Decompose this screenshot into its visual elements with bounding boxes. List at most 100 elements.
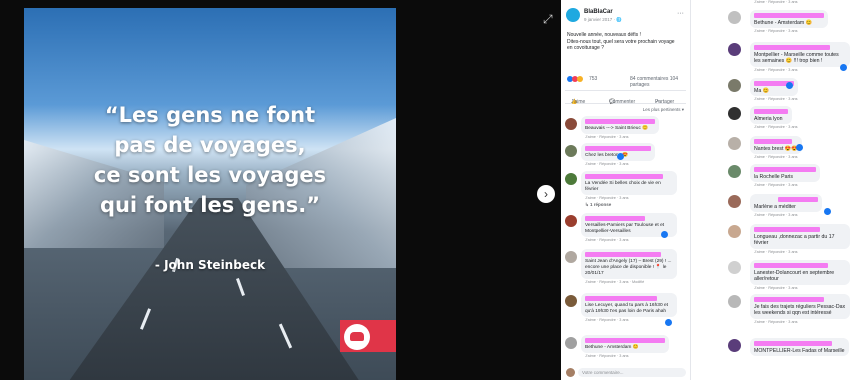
avatar[interactable] [728,295,741,308]
comment-meta[interactable]: J'aime · Répondre · 3 ans [754,155,857,161]
redacted-name [585,173,663,179]
redacted-name [754,13,824,18]
comment-sort-dropdown[interactable]: Les plus pertinents ▾ [561,104,690,116]
post-actions: 👍 J'aime 💬 Commenter ↗ Partager [565,89,686,105]
comment-text: Longueau ,donnezac a partir du 17 févrie… [754,234,835,247]
expand-icon[interactable]: ⤢ [543,12,553,27]
comment: Longueau ,donnezac a partir du 17 févrie… [692,224,861,260]
comment-text: Lanester-Dolancourt en septembre aller/r… [754,270,835,283]
comment-text: Montpellier - Marseille comme toutes les… [754,52,839,65]
comment-meta[interactable]: J'aime · Répondre · 3 ans [754,0,857,6]
comment: J'aime · Répondre · 3 ans [692,0,861,10]
comment-text: Marlène a méditer [754,204,796,210]
avatar[interactable] [565,117,577,130]
comment: Bethune - Amsterdam 😊 J'aime · Répondre … [692,10,861,42]
avatar[interactable] [565,294,577,307]
more-options-icon[interactable]: ··· [677,10,684,17]
redacted-name [754,45,830,50]
comment-text: Bethune - Amsterdam 😊 [585,344,639,350]
reactions-count[interactable]: 753 [589,76,597,82]
comment-meta[interactable]: J'aime · Répondre · 3 ans [585,162,686,168]
post-date[interactable]: 9 janvier 2017 · 🌐 [584,17,622,23]
avatar[interactable] [728,195,741,208]
globe-icon: 🌐 [616,17,622,22]
reaction-badge [840,64,847,71]
avatar[interactable] [728,79,741,92]
redacted-name [754,227,820,232]
reaction-badge [661,230,668,238]
comment-input[interactable]: Votre commentaire... [578,368,686,377]
page-avatar[interactable] [566,8,580,22]
avatar[interactable] [565,250,577,263]
reaction-badge [617,152,624,160]
post-panel: BlaBlaCar 9 janvier 2017 · 🌐 ··· Nouvell… [561,0,691,380]
comment-meta[interactable]: J'aime · Répondre · 3 ans · Modifié [585,280,686,286]
redacted-name [585,337,665,343]
comment-text: Versailles-Pamiers par Toulouse et et Mo… [585,222,665,234]
comment-meta[interactable]: J'aime · Répondre · 3 ans [754,29,857,35]
comment: Almeria lyon J'aime · Répondre · 3 ans [692,106,861,136]
comment: Versailles-Pamiers par Toulouse et et Mo… [561,212,690,249]
redacted-name [754,109,788,114]
comment-meta[interactable]: J'aime · Répondre · 3 ans [754,125,857,131]
facebook-photo-viewer: “Les gens ne font pas de voyages, ce son… [0,0,861,380]
comment-text: Beauvais ---> Saint Brieuc 😊 [585,125,649,131]
comment-meta[interactable]: J'aime · Répondre · 3 ans [585,135,686,141]
blablacar-logo [340,320,396,352]
comment-meta[interactable]: J'aime · Répondre · 3 ans [754,320,857,326]
avatar[interactable] [728,261,741,274]
comments-count[interactable]: 84 commentaires 104 partages [630,76,690,88]
post-stats: 753 84 commentaires 104 partages [561,72,690,88]
avatar[interactable] [728,225,741,238]
comment-meta[interactable]: J'aime · Répondre · 3 ans [754,183,857,189]
comment: la Rochelle Paris J'aime · Répondre · 3 … [692,164,861,194]
comment: Marlène a méditer J'aime · Répondre · 3 … [692,194,861,224]
avatar[interactable] [565,172,577,185]
redacted-name [778,197,818,202]
view-replies-link[interactable]: ↳ 1 réponse [585,202,686,208]
quote-author: - John Steinbeck [154,258,266,272]
comment-meta[interactable]: J'aime · Répondre · 3 ans [754,286,857,292]
avatar[interactable] [565,336,577,349]
comment: Beauvais ---> Saint Brieuc 😊 J'aime · Ré… [561,115,690,143]
reaction-badge [665,318,672,326]
post-text: Nouvelle année, nouveaux défis ! Dites-n… [567,32,675,51]
avatar[interactable] [728,11,741,24]
redacted-name [585,215,645,221]
avatar[interactable] [728,137,741,150]
avatar[interactable] [565,144,577,157]
redacted-name [754,341,832,346]
comment-composer: Votre commentaire... [561,366,690,380]
comment: Lanester-Dolancourt en septembre aller/r… [692,260,861,294]
avatar[interactable] [728,107,741,120]
comment: Nantes brest 😍😍 J'aime · Répondre · 3 an… [692,136,861,164]
avatar[interactable] [728,165,741,178]
avatar[interactable] [565,214,577,227]
comment: MONTPELLIER-Les Fadas of Marseille [692,338,861,362]
avatar[interactable] [728,43,741,56]
comment-meta[interactable]: J'aime · Répondre · 3 ans [754,213,857,219]
comment-meta[interactable]: J'aime · Répondre · 3 ans [585,354,686,360]
comment: Bethune - Amsterdam 😊 J'aime · Répondre … [561,334,690,361]
quote-text: “Les gens ne font pas de voyages, ce son… [93,103,327,217]
redacted-name [585,251,661,257]
comment: Je fais des trajets réguliers Pessac-Dax… [692,294,861,338]
comment: Lise Lecuyer, quand tu pars à 16h30 et q… [561,292,690,335]
comment: Chez les bretons 😍 J'aime · Répondre · 3… [561,142,690,171]
comment-list-continued: J'aime · Répondre · 3 ans Bethune - Amst… [692,0,861,380]
next-photo-button[interactable]: › [537,185,555,203]
photo-viewer: “Les gens ne font pas de voyages, ce son… [0,0,561,380]
page-name[interactable]: BlaBlaCar [584,9,613,15]
reaction-icons[interactable] [567,75,583,82]
comment-meta[interactable]: J'aime · Répondre · 3 ans [585,238,686,244]
redacted-name [754,263,828,268]
comment: Montpellier - Marseille comme toutes les… [692,42,861,78]
comment-meta[interactable]: J'aime · Répondre · 3 ans [754,97,857,103]
comment-meta[interactable]: J'aime · Répondre · 3 ans [754,250,857,256]
redacted-name [754,297,824,302]
comment-text: La Vendée Si belles choix de vie en févr… [585,180,661,192]
reaction-badge [796,144,803,151]
comment-list: Beauvais ---> Saint Brieuc 😊 J'aime · Ré… [561,115,690,361]
car-icon [344,324,370,350]
avatar[interactable] [728,339,741,352]
